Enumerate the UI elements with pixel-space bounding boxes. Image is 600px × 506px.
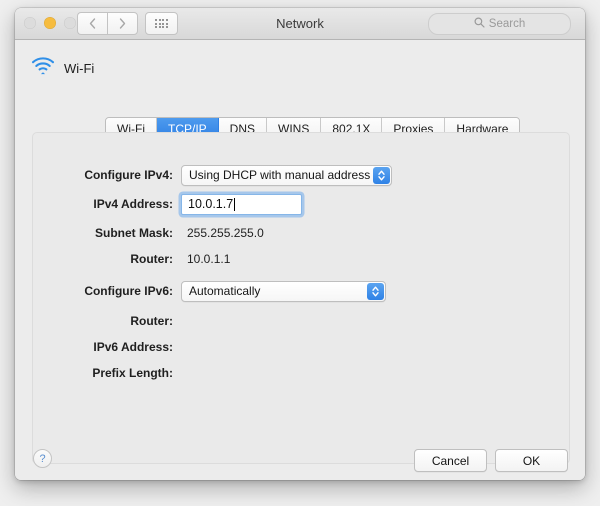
ipv4-router-label: Router: (130, 252, 173, 266)
prefix-length-label: Prefix Length: (92, 366, 173, 380)
cancel-button[interactable]: Cancel (414, 449, 487, 472)
configure-ipv6-label: Configure IPv6: (84, 284, 173, 298)
help-button[interactable]: ? (33, 449, 52, 468)
row-ipv6-address: IPv6 Address: (33, 336, 187, 358)
ipv4-address-input[interactable]: 10.0.1.7 (181, 193, 302, 215)
row-prefix-length: Prefix Length: (33, 362, 187, 384)
ipv4-router-value: 10.0.1.1 (187, 252, 231, 266)
search-placeholder: Search (488, 18, 526, 30)
text-cursor (234, 197, 236, 211)
configure-ipv6-value: Automatically (189, 284, 261, 298)
configure-ipv6-popup[interactable]: Automatically (181, 280, 386, 302)
row-ipv4-address: IPv4 Address: 10.0.1.7 (33, 193, 302, 215)
window-content: Wi-Fi Wi-Fi TCP/IP DNS WINS 802.1X Proxi… (15, 40, 585, 480)
network-preferences-window: Network Search Wi-Fi Wi-Fi TCP/IP DNS WI… (15, 8, 585, 480)
tcpip-settings-panel: Configure IPv4: Using DHCP with manual a… (32, 132, 570, 464)
configure-ipv4-popup[interactable]: Using DHCP with manual address (181, 164, 392, 186)
chevron-updown-icon (373, 166, 390, 184)
ok-button[interactable]: OK (495, 449, 568, 472)
ipv4-address-label: IPv4 Address: (93, 197, 173, 211)
search-icon (474, 15, 485, 33)
configure-ipv4-value: Using DHCP with manual address (189, 168, 371, 182)
chevron-updown-icon (367, 282, 384, 300)
row-subnet-mask: Subnet Mask: 255.255.255.0 (33, 222, 264, 244)
row-configure-ipv4: Configure IPv4: Using DHCP with manual a… (33, 164, 392, 186)
dialog-buttons: Cancel OK (414, 449, 568, 472)
service-header: Wi-Fi (31, 57, 94, 80)
search-field[interactable]: Search (428, 13, 571, 35)
wifi-icon (31, 57, 55, 80)
configure-ipv4-label: Configure IPv4: (84, 168, 173, 182)
row-ipv6-router: Router: (33, 310, 187, 332)
ipv4-address-value: 10.0.1.7 (188, 197, 234, 211)
subnet-mask-label: Subnet Mask: (94, 226, 173, 240)
row-ipv4-router: Router: 10.0.1.1 (33, 248, 230, 270)
window-titlebar: Network Search (15, 8, 585, 40)
ipv6-router-label: Router: (130, 314, 173, 328)
service-name-label: Wi-Fi (64, 61, 95, 76)
tcpip-form: Configure IPv4: Using DHCP with manual a… (33, 133, 569, 463)
subnet-mask-value: 255.255.255.0 (187, 226, 264, 240)
row-configure-ipv6: Configure IPv6: Automatically (33, 280, 386, 302)
ipv6-address-label: IPv6 Address: (93, 340, 173, 354)
